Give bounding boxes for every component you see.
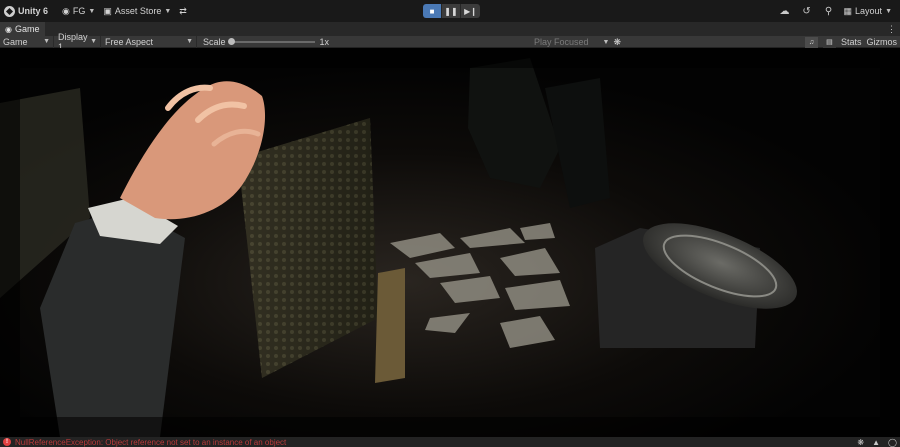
aspect-dropdown[interactable]: Free Aspect ▼: [101, 35, 197, 48]
layout-label: Layout: [855, 6, 883, 16]
console-error-message[interactable]: NullReferenceException: Object reference…: [15, 438, 335, 447]
scale-label: Scale: [203, 36, 226, 47]
chevron-down-icon: ▼: [885, 7, 892, 15]
gizmos-button[interactable]: Gizmos: [866, 37, 897, 47]
view-mode-dropdown[interactable]: Game ▼: [0, 35, 54, 48]
game-view-right-tools: ♫ ▤ Stats Gizmos: [804, 36, 900, 48]
status-right-tools: ❋ ▲ ◯: [857, 437, 897, 447]
cloud-button[interactable]: ☁: [774, 0, 796, 22]
display-dropdown[interactable]: Display 1 ▼: [54, 32, 101, 52]
pause-button[interactable]: ❚❚: [442, 4, 461, 18]
bug-icon: ❋: [613, 36, 622, 47]
progress-icon[interactable]: ◯: [888, 438, 897, 447]
game-icon: ◉: [5, 24, 12, 34]
account-dropdown[interactable]: ◉ FG ▼: [58, 2, 99, 20]
chevron-down-icon: ▼: [602, 38, 610, 46]
chevron-down-icon: ▼: [164, 7, 172, 15]
scale-slider-handle[interactable]: [227, 37, 235, 45]
search-button[interactable]: ⚲: [818, 0, 840, 22]
asset-store-dropdown[interactable]: ▣ Asset Store ▼: [99, 2, 175, 20]
scale-slider[interactable]: [227, 37, 315, 45]
tab-label: Game: [14, 24, 40, 34]
cloud-icon: ☁: [779, 5, 790, 17]
chevron-down-icon: ▼: [88, 7, 96, 15]
unity-logo-icon: [4, 5, 15, 17]
game-viewport[interactable]: [0, 48, 900, 437]
more-icon: ⋮: [887, 24, 896, 34]
stats-icon: ▤: [826, 39, 833, 46]
play-controls: ■ ❚❚ ▶❙: [423, 4, 480, 18]
tab-game[interactable]: ◉ Game: [0, 22, 45, 36]
search-icon: ⚲: [824, 5, 833, 17]
version-control-icon: ⇄: [179, 5, 187, 16]
main-toolbar: Unity 6 ◉ FG ▼ ▣ Asset Store ▼ ⇄ ■ ❚❚ ▶❙…: [0, 0, 900, 22]
layout-dropdown[interactable]: ▦ Layout ▼: [840, 6, 900, 17]
scale-value: 1x: [319, 36, 330, 47]
chevron-down-icon: ▼: [186, 38, 193, 45]
asset-store-icon: ▣: [103, 5, 112, 16]
game-view-toolbar: Game ▼ Display 1 ▼ Free Aspect ▼ Scale 1…: [0, 32, 900, 52]
bug-icon[interactable]: ❋: [857, 438, 864, 447]
play-focused-dropdown[interactable]: Play Focused ▼ ❋: [534, 36, 621, 48]
stats-button[interactable]: Stats: [841, 37, 862, 47]
pause-icon: ❚❚: [444, 6, 458, 16]
layout-icon: ▦: [843, 5, 853, 16]
play-focused-label: Play Focused: [534, 37, 589, 47]
aspect-label: Free Aspect: [105, 36, 154, 47]
tab-bar: ◉ Game ⋮: [0, 22, 900, 36]
scale-control: Scale 1x: [197, 37, 329, 47]
audio-mute-icon: ♫: [808, 38, 815, 46]
unity-menu-button[interactable]: Unity 6: [0, 2, 52, 20]
play-button[interactable]: ■: [423, 4, 442, 18]
app-name: Unity 6: [18, 6, 49, 16]
history-icon: ↺: [802, 5, 811, 17]
tab-menu-button[interactable]: ⋮: [887, 22, 896, 36]
error-icon: !: [3, 438, 11, 446]
right-tools: ☁ ↺ ⚲ ▦ Layout ▼: [774, 0, 900, 22]
version-control-button[interactable]: ⇄: [175, 2, 191, 20]
stop-icon: ■: [429, 6, 435, 16]
asset-store-label: Asset Store: [114, 6, 162, 16]
account-icon: ◉: [62, 5, 70, 16]
step-icon: ▶❙: [464, 6, 477, 16]
view-mode-label: Game: [3, 36, 28, 47]
account-label: FG: [72, 6, 86, 16]
chevron-down-icon: ▼: [43, 38, 50, 45]
stats-toggle-icon-button[interactable]: ▤: [822, 36, 836, 48]
status-bar: ! NullReferenceException: Object referen…: [0, 437, 900, 447]
diagnostics-icon[interactable]: ▲: [872, 438, 880, 447]
history-button[interactable]: ↺: [796, 0, 818, 22]
game-scene: [0, 48, 900, 437]
audio-mute-button[interactable]: ♫: [804, 36, 818, 48]
wooden-crate: [375, 268, 405, 383]
step-button[interactable]: ▶❙: [461, 4, 480, 18]
chevron-down-icon: ▼: [90, 38, 97, 45]
